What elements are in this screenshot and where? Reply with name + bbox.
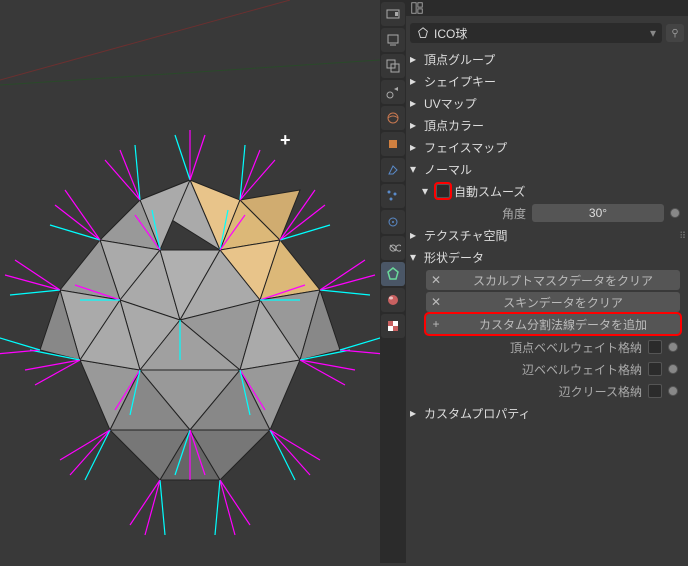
section-shape-keys[interactable]: ▸シェイプキー⠿ xyxy=(406,70,688,92)
auto-smooth-checkbox[interactable] xyxy=(436,184,450,198)
checkbox[interactable] xyxy=(648,362,662,376)
tab-physics[interactable] xyxy=(381,210,405,234)
expand-icon: ▸ xyxy=(410,118,420,132)
collapse-icon: ▾ xyxy=(410,162,420,176)
mesh-icon xyxy=(416,26,430,40)
section-vertex-colors[interactable]: ▸頂点カラー⠿ xyxy=(406,114,688,136)
expand-icon: ▸ xyxy=(410,96,420,110)
add-custom-split-normals-button[interactable]: +カスタム分割法線データを追加 xyxy=(426,314,680,334)
button-label: スキンデータをクリア xyxy=(446,294,680,311)
drag-handle-icon[interactable]: ⠿ xyxy=(679,231,684,242)
option-label: 頂点ベベルウェイト格納 xyxy=(510,339,642,356)
button-label: カスタム分割法線データを追加 xyxy=(446,316,680,333)
tab-output[interactable] xyxy=(381,28,405,52)
expand-icon: ▸ xyxy=(410,140,420,154)
button-label: スカルプトマスクデータをクリア xyxy=(446,272,680,289)
tab-scene[interactable] xyxy=(381,80,405,104)
tab-material[interactable] xyxy=(381,288,405,312)
pin-button[interactable] xyxy=(666,24,684,42)
object-selector-row: ICO球 ▾ xyxy=(406,22,688,44)
tab-constraints[interactable] xyxy=(381,236,405,260)
tab-object-data[interactable] xyxy=(381,262,405,286)
angle-row: 角度 30° xyxy=(406,202,688,224)
properties-header xyxy=(406,0,688,16)
properties-tabs xyxy=(380,0,406,563)
section-custom-properties[interactable]: ▸カスタムプロパティ⠿ xyxy=(406,402,688,424)
section-uv-maps[interactable]: ▸UVマップ⠿ xyxy=(406,92,688,114)
store-edge-crease-row: 辺クリース格納 xyxy=(406,380,688,402)
store-vertex-bevel-row: 頂点ベベルウェイト格納 xyxy=(406,336,688,358)
section-label: UVマップ xyxy=(424,95,477,112)
collapse-icon: ▾ xyxy=(410,250,420,264)
tab-world[interactable] xyxy=(381,106,405,130)
section-label: シェイプキー xyxy=(424,73,496,90)
dropdown-icon: ▾ xyxy=(650,26,656,40)
properties-icon xyxy=(410,1,424,15)
angle-input[interactable]: 30° xyxy=(532,204,664,222)
tab-render[interactable] xyxy=(381,2,405,26)
section-geometry-data[interactable]: ▾形状データ⠿ xyxy=(406,246,688,268)
object-selector[interactable]: ICO球 ▾ xyxy=(410,23,662,43)
section-label: 頂点カラー xyxy=(424,117,484,134)
collapse-icon: ▾ xyxy=(422,184,432,198)
option-label: 自動スムーズ xyxy=(454,183,525,200)
tab-particles[interactable] xyxy=(381,184,405,208)
option-label: 辺ベベルウェイト格納 xyxy=(522,361,642,378)
section-normals[interactable]: ▾ノーマル⠿ xyxy=(406,158,688,180)
object-name: ICO球 xyxy=(434,25,467,42)
plus-icon: + xyxy=(426,317,446,331)
tab-modifiers[interactable] xyxy=(381,158,405,182)
store-edge-bevel-row: 辺ベベルウェイト格納 xyxy=(406,358,688,380)
keyframe-dot-icon[interactable] xyxy=(670,208,680,218)
checkbox[interactable] xyxy=(648,384,662,398)
section-label: 頂点グループ xyxy=(424,51,495,68)
keyframe-dot-icon[interactable] xyxy=(668,386,678,396)
x-icon: ✕ xyxy=(426,295,446,309)
section-texture-space[interactable]: ▸ テクスチャ空間 ⠿ xyxy=(406,224,688,246)
viewport-3d[interactable]: + xyxy=(0,0,380,563)
clear-skin-button[interactable]: ✕スキンデータをクリア xyxy=(426,292,680,312)
auto-smooth-row[interactable]: ▾ 自動スムーズ xyxy=(406,180,688,202)
expand-icon: ▸ xyxy=(410,52,420,66)
section-label: テクスチャ空間 xyxy=(424,227,508,244)
section-label: カスタムプロパティ xyxy=(424,405,531,422)
keyframe-dot-icon[interactable] xyxy=(668,342,678,352)
section-vertex-groups[interactable]: ▸頂点グループ⠿ xyxy=(406,48,688,70)
option-label: 辺クリース格納 xyxy=(559,383,642,400)
section-label: ノーマル xyxy=(424,161,472,178)
properties-panel: ▸頂点グループ⠿ ▸シェイプキー⠿ ▸UVマップ⠿ ▸頂点カラー⠿ ▸フェイスマ… xyxy=(406,48,688,424)
clear-sculpt-mask-button[interactable]: ✕スカルプトマスクデータをクリア xyxy=(426,270,680,290)
section-face-maps[interactable]: ▸フェイスマップ⠿ xyxy=(406,136,688,158)
keyframe-dot-icon[interactable] xyxy=(668,364,678,374)
angle-value: 30° xyxy=(589,206,607,220)
x-icon: ✕ xyxy=(426,273,446,287)
section-label: 形状データ xyxy=(424,249,484,266)
expand-icon: ▸ xyxy=(410,74,420,88)
tab-object[interactable] xyxy=(381,132,405,156)
angle-label: 角度 xyxy=(466,205,526,222)
checkbox[interactable] xyxy=(648,340,662,354)
section-label: フェイスマップ xyxy=(424,139,507,156)
tab-view-layer[interactable] xyxy=(381,54,405,78)
expand-icon: ▸ xyxy=(410,228,420,242)
expand-icon: ▸ xyxy=(410,406,420,420)
cursor-crosshair: + xyxy=(280,130,291,151)
tab-texture[interactable] xyxy=(381,314,405,338)
